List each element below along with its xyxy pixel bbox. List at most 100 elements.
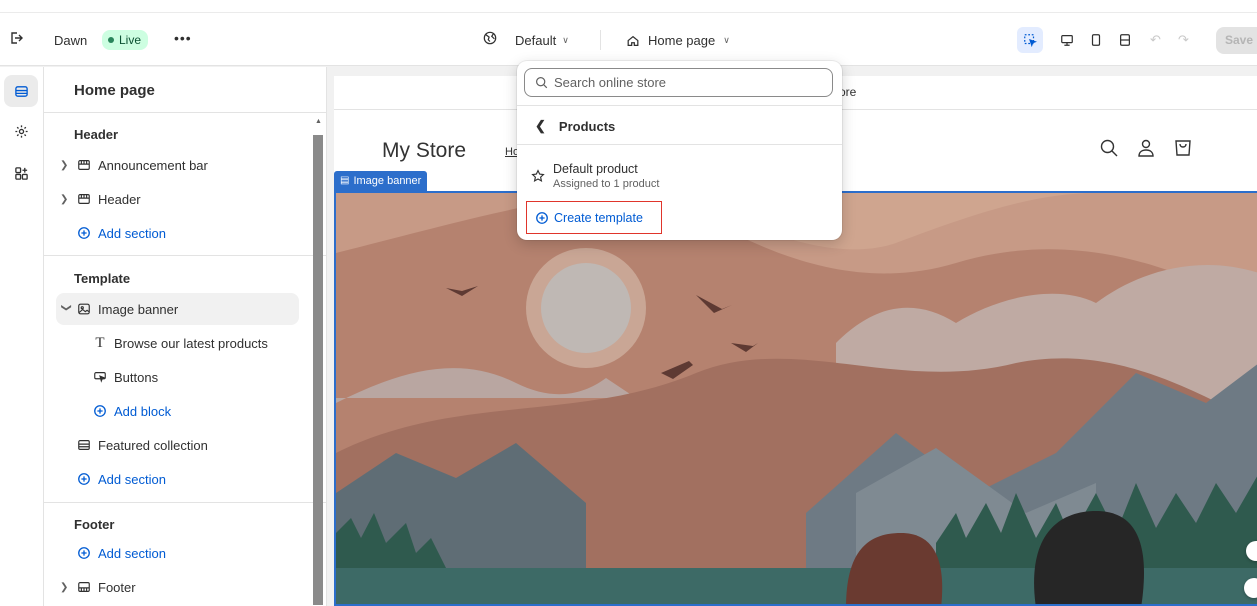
more-actions-button[interactable]: ••• [174,30,192,46]
section-layout-icon [76,437,92,453]
button-cursor-icon [92,369,108,385]
chevron-right-icon: ❯ [60,159,69,171]
editor-topbar: Dawn Live ••• Default ∨ Home page ∨ ↶ ↷ … [0,0,1257,66]
add-section-label: Add section [98,225,166,241]
panel-divider [44,502,327,503]
chevron-right-icon: ❯ [60,581,69,593]
plus-circle-icon [76,225,92,241]
chevron-left-icon: ❮ [535,118,546,133]
panel-title: Home page [74,82,155,99]
popover-divider [517,105,842,106]
sections-icon [14,85,28,97]
section-announcement-bar[interactable]: ❯ Announcement bar [56,149,299,181]
add-block-button[interactable]: Add block [88,395,299,427]
block-label: Buttons [114,369,159,385]
plus-circle-icon [76,545,92,561]
footer-group-title: Footer [74,517,115,532]
sections-panel: Home page Header ❯ Announcement bar ❯ He… [44,67,327,606]
chevron-down-icon: ∨ [723,35,730,45]
section-footer[interactable]: ❯ Footer [56,571,299,603]
add-section-label: Add section [98,471,166,487]
globe-icon [483,31,497,45]
store-header-icons [1099,138,1193,158]
block-text[interactable]: T Browse our latest products [88,327,299,359]
section-header[interactable]: ❯ Header [56,183,299,215]
panel-divider [44,255,327,256]
image-icon [76,301,92,317]
fullscreen-view-button[interactable] [1112,27,1138,53]
live-badge-label: Live [119,33,142,47]
add-section-header-button[interactable]: Add section [56,217,299,249]
add-section-footer-button[interactable]: Add section [56,537,299,569]
image-banner-tag[interactable]: ▤ Image banner [334,171,428,191]
page-selector[interactable]: Home page ∨ [626,33,730,48]
mobile-icon [1091,34,1101,46]
sections-rail-button[interactable] [4,75,38,107]
top-strip-divider [0,12,1257,13]
editor-rail [0,67,44,606]
undo-icon[interactable]: ↶ [1150,32,1161,48]
panel-scrollbar[interactable] [312,125,323,605]
template-option-default-product[interactable]: Default product Assigned to 1 product [531,162,659,190]
section-layout-icon: ▤ [340,175,350,186]
inspector-toggle-button[interactable] [1017,27,1043,53]
gear-icon [14,124,28,138]
redo-icon[interactable]: ↷ [1178,32,1189,48]
add-section-template-button[interactable]: Add section [56,463,299,495]
search-field[interactable] [524,68,833,97]
apps-rail-button[interactable] [4,157,38,189]
section-image-banner[interactable]: ❯ Image banner [56,293,299,325]
mobile-view-button[interactable] [1083,27,1109,53]
exit-icon[interactable] [8,30,24,51]
save-button[interactable]: Save [1216,27,1257,54]
back-label: Products [558,118,616,134]
template-option-title: Default product [553,162,638,176]
template-group-title: Template [74,271,131,286]
chevron-right-icon: ❯ [60,193,69,205]
section-featured-collection[interactable]: Featured collection [56,429,299,461]
template-selector-popover: ❮ Products Default product Assigned to 1… [517,61,842,240]
apps-icon [14,166,28,180]
cart-icon[interactable] [1173,138,1193,158]
fullscreen-icon [1120,34,1130,46]
template-option-subtitle: Assigned to 1 product [553,178,660,190]
preview-edge-button[interactable] [1244,578,1257,598]
add-block-label: Add block [114,403,172,419]
scroll-up-arrow-icon[interactable]: ▲ [315,118,322,125]
back-to-products-button[interactable]: ❮ Products [535,118,615,134]
popover-divider [517,144,842,145]
template-selector[interactable]: Default ∨ [515,33,569,48]
theme-name: Dawn [54,33,88,48]
search-icon[interactable] [1099,138,1119,158]
search-input[interactable] [554,75,824,90]
section-label: Announcement bar [98,157,208,173]
create-template-button[interactable]: Create template [526,201,662,234]
live-badge: Live [102,30,149,50]
panel-divider [44,112,327,113]
add-section-label: Add section [98,545,166,561]
live-dot-icon [108,37,114,43]
section-label: Featured collection [98,437,208,453]
section-label: Image banner [98,301,179,317]
section-label: Header [98,191,141,207]
template-selector-label: Default [515,33,557,48]
cursor-select-icon [1024,34,1037,47]
desktop-view-button[interactable] [1054,27,1080,53]
chevron-down-icon: ∨ [562,35,569,45]
view-tools [1017,27,1138,53]
plus-circle-icon [76,471,92,487]
image-banner-preview[interactable] [334,191,1257,606]
block-buttons[interactable]: Buttons [88,361,299,393]
section-label: Footer [98,579,136,595]
desktop-icon [1061,35,1073,46]
scrollbar-thumb[interactable] [313,135,323,605]
block-label: Browse our latest products [114,335,268,351]
plus-circle-icon [536,211,548,224]
section-layout-icon [76,191,92,207]
footer-layout-icon [76,579,92,595]
theme-settings-rail-button[interactable] [4,115,38,147]
account-icon[interactable] [1136,138,1156,158]
store-name[interactable]: My Store [382,139,466,163]
topbar-divider [600,30,601,50]
header-group-title: Header [74,127,119,142]
